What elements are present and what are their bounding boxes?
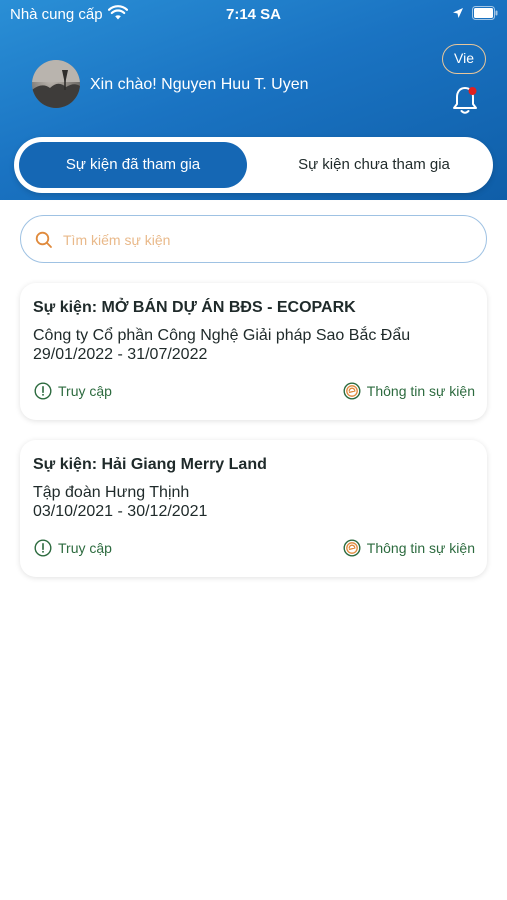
event-info-button[interactable]: Thông tin sự kiện: [343, 538, 475, 558]
event-info-icon: [343, 539, 361, 557]
event-card[interactable]: Sự kiện: Hải Giang Merry Land Tập đoàn H…: [20, 440, 487, 577]
alert-circle-icon: [34, 539, 52, 557]
access-label: Truy cập: [58, 383, 112, 399]
search-input[interactable]: [61, 228, 465, 252]
event-title: Sự kiện: MỞ BÁN DỰ ÁN BĐS - ECOPARK: [33, 299, 356, 316]
event-dates: 03/10/2021 - 30/12/2021: [33, 503, 208, 520]
search-bar[interactable]: [20, 215, 487, 263]
access-label: Truy cập: [58, 540, 112, 556]
event-info-icon: [343, 382, 361, 400]
access-button[interactable]: Truy cập: [34, 538, 112, 558]
status-bar: Nhà cung cấp 7:14 SA: [0, 0, 507, 30]
tab-joined-events[interactable]: Sự kiện đã tham gia: [19, 142, 247, 188]
avatar-photo: [32, 60, 80, 108]
search-icon: [35, 231, 52, 248]
notification-bell-icon[interactable]: [450, 84, 480, 116]
event-tabs: Sự kiện đã tham gia Sự kiện chưa tham gi…: [14, 137, 493, 193]
event-dates: 29/01/2022 - 31/07/2022: [33, 346, 208, 363]
event-company: Công ty Cổ phần Công Nghệ Giải pháp Sao …: [33, 327, 411, 344]
event-title: Sự kiện: Hải Giang Merry Land: [33, 456, 267, 473]
avatar[interactable]: [32, 60, 80, 108]
tab-not-joined-events[interactable]: Sự kiện chưa tham gia: [259, 142, 489, 188]
event-info-label: Thông tin sự kiện: [366, 540, 475, 556]
greeting-text: Xin chào! Nguyen Huu T. Uyen: [90, 76, 309, 93]
alert-circle-icon: [34, 382, 52, 400]
event-info-label: Thông tin sự kiện: [366, 383, 475, 399]
event-company: Tập đoàn Hưng Thịnh: [33, 484, 190, 501]
language-toggle-button[interactable]: Vie: [442, 44, 486, 74]
event-card[interactable]: Sự kiện: MỞ BÁN DỰ ÁN BĐS - ECOPARK Công…: [20, 283, 487, 420]
access-button[interactable]: Truy cập: [34, 381, 112, 401]
status-time: 7:14 SA: [225, 6, 282, 23]
notification-dot: [468, 87, 477, 95]
battery-icon: [472, 6, 498, 20]
event-info-button[interactable]: Thông tin sự kiện: [343, 381, 475, 401]
location-arrow-icon: [453, 8, 463, 18]
